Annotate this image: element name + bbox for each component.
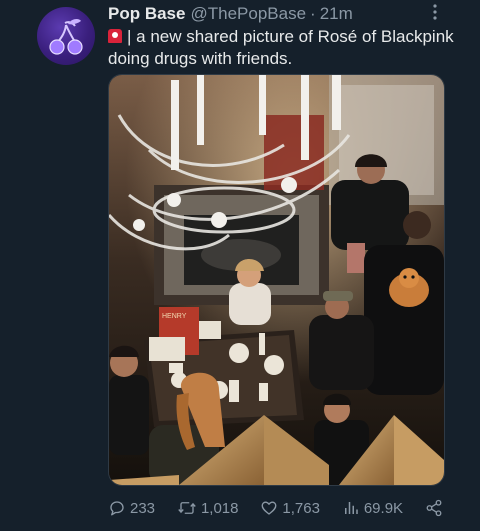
views-icon (344, 502, 358, 514)
tweet-header: Pop Base @ThePopBase · 21m (108, 3, 452, 25)
action-bar: 233 1,018 1,763 69.9K (108, 495, 443, 521)
book-title: HENRY (162, 313, 187, 320)
tweet-text: | a new shared picture of Rosé of Blackp… (108, 26, 468, 70)
author-name[interactable]: Pop Base (108, 4, 185, 24)
reply-button[interactable]: 233 (108, 499, 155, 517)
author-handle[interactable]: @ThePopBase (190, 4, 306, 24)
reply-count: 233 (130, 499, 156, 517)
separator-dot: · (310, 4, 316, 23)
retweet-icon (178, 502, 196, 514)
siren-emoji-icon (108, 29, 122, 43)
reply-icon (110, 501, 124, 516)
like-count: 1,763 (282, 499, 320, 517)
photo-drawing: HENRY (109, 75, 444, 485)
views-button[interactable]: 69.9K (342, 499, 403, 517)
tweet-photo[interactable]: HENRY (108, 74, 445, 486)
retweet-count: 1,018 (200, 499, 239, 517)
share-icon (426, 499, 442, 517)
more-icon[interactable] (430, 4, 440, 21)
tweet-time[interactable]: 21m (320, 4, 353, 24)
like-button[interactable]: 1,763 (260, 499, 320, 517)
view-count: 69.9K (363, 499, 404, 517)
heart-icon (261, 501, 277, 515)
share-button[interactable] (425, 499, 443, 517)
cherries-logo (49, 19, 83, 55)
author-avatar[interactable] (37, 7, 95, 65)
tweet-body: | a new shared picture of Rosé of Blackp… (108, 27, 454, 68)
retweet-button[interactable]: 1,018 (177, 499, 239, 517)
